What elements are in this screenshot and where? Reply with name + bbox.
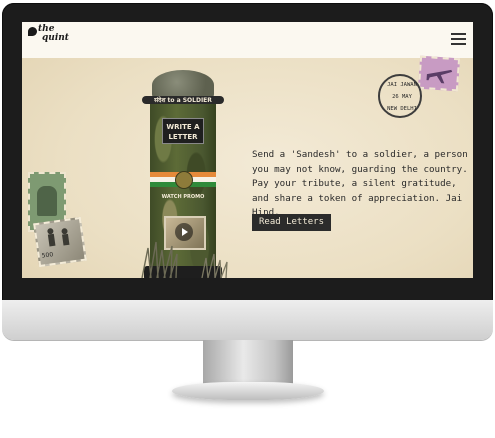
quote-bubble-icon	[28, 27, 37, 36]
hamburger-menu-icon[interactable]	[451, 33, 466, 45]
monitor-stand-base	[172, 382, 324, 400]
soldiers-icon	[47, 228, 70, 247]
write-a-letter-button[interactable]: WRITE A LETTER	[162, 118, 204, 144]
logo-line-quint: quint	[42, 33, 69, 43]
play-icon[interactable]	[175, 223, 193, 241]
grass-right-icon	[201, 253, 228, 278]
pink-airplane-stamp	[417, 55, 461, 92]
write-a-letter-line2: LETTER	[168, 133, 198, 141]
postmark-stamp: JAI JAWAN 26 MAY NEW DELHI	[378, 74, 422, 118]
stamp-value: 500	[41, 251, 54, 260]
top-navbar: the quint	[22, 22, 473, 58]
airplane-icon	[426, 69, 453, 84]
the-quint-logo[interactable]: the quint	[28, 25, 70, 54]
postmark-city-text: NEW DELHI	[387, 106, 417, 112]
ashoka-pillar-icon	[37, 186, 57, 216]
monitor-stand	[203, 340, 293, 388]
logo-wordmark: the quint	[38, 25, 70, 43]
read-letters-button[interactable]: Read Letters	[252, 214, 332, 231]
write-a-letter-line1: WRITE A	[166, 123, 200, 131]
soldiers-stamp: 500	[33, 216, 87, 268]
hero-message: Send a 'Sandesh' to a soldier, a person …	[252, 149, 468, 218]
postmark-top-text: JAI JAWAN	[387, 82, 417, 88]
website-screen: the quint संदेश to a SOLDIER WRITE A LET…	[22, 22, 473, 278]
army-emblem-icon	[175, 171, 193, 189]
watch-promo-label: WATCH PROMO	[161, 194, 205, 200]
monitor-chin	[2, 300, 493, 340]
postmark-date-text: 26 MAY	[392, 94, 412, 100]
grass-left-icon	[141, 241, 178, 278]
